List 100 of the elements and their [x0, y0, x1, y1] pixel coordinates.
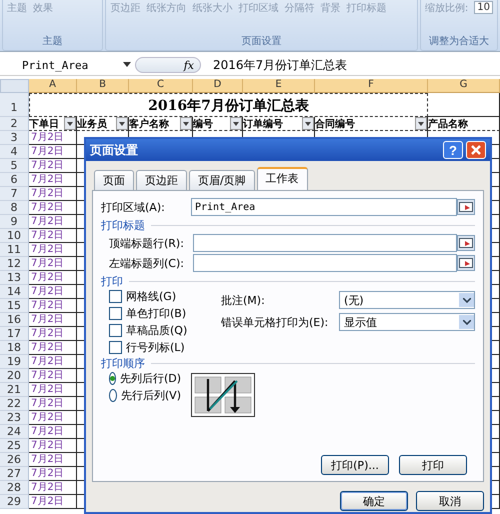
row-header[interactable]: 6 — [0, 173, 29, 187]
row-header[interactable]: 14 — [0, 285, 29, 299]
section-heading: 打印标题 — [101, 218, 145, 232]
table-cell: 7月2日 — [29, 285, 77, 299]
filter-dropdown-icon[interactable] — [64, 117, 76, 130]
row-header[interactable]: 20 — [0, 369, 29, 383]
row-header[interactable]: 7 — [0, 187, 29, 201]
row-header[interactable]: 23 — [0, 411, 29, 425]
collapse-dialog-icon[interactable] — [457, 255, 475, 271]
row-header[interactable]: 4 — [0, 145, 29, 159]
table-cell: 7月2日 — [29, 215, 77, 229]
column-header[interactable]: D — [193, 79, 243, 93]
dialog-button[interactable]: 取消 — [416, 491, 484, 511]
table-cell: 7月2日 — [29, 355, 77, 369]
row-header[interactable]: 13 — [0, 271, 29, 285]
column-header[interactable]: A — [29, 79, 77, 93]
table-cell: 7月2日 — [29, 313, 77, 327]
column-header[interactable]: C — [129, 79, 193, 93]
row-header[interactable]: 19 — [0, 355, 29, 369]
table-cell: 7月2日 — [29, 495, 77, 509]
row-header[interactable]: 2 — [0, 117, 29, 131]
collapse-dialog-icon[interactable] — [457, 199, 475, 215]
table-cell: 7月2日 — [29, 131, 77, 145]
input-field[interactable] — [193, 234, 457, 252]
row-header[interactable]: 8 — [0, 201, 29, 215]
row-header[interactable]: 26 — [0, 453, 29, 467]
checkbox[interactable] — [109, 324, 122, 337]
checkbox[interactable] — [109, 307, 122, 320]
field-label: 左端标题列(C): — [109, 256, 185, 270]
table-cell: 7月2日 — [29, 425, 77, 439]
checkbox-label: 单色打印(B) — [126, 306, 186, 321]
field-label: 顶端标题行(R): — [109, 236, 185, 250]
table-cell: 7月2日 — [29, 341, 77, 355]
row-header[interactable]: 16 — [0, 313, 29, 327]
ribbon-group-label: 主题 — [42, 34, 63, 48]
column-title: 编号 — [193, 118, 213, 130]
table-cell: 7月2日 — [29, 467, 77, 481]
row-header[interactable]: 28 — [0, 481, 29, 495]
row-header[interactable]: 18 — [0, 341, 29, 355]
ribbon-group-label: 调整为合适大 — [428, 34, 489, 48]
dropdown[interactable]: (无) — [339, 291, 475, 309]
dialog-button[interactable]: 确定 — [340, 491, 408, 511]
filter-dropdown-icon[interactable] — [180, 117, 192, 130]
function-button[interactable]: fx — [135, 57, 201, 73]
name-box[interactable]: Print_Area — [0, 58, 135, 72]
row-header[interactable]: 24 — [0, 425, 29, 439]
radio-button[interactable] — [109, 372, 116, 385]
column-title: 客户名称 — [129, 117, 169, 130]
row-header[interactable]: 15 — [0, 299, 29, 313]
column-header[interactable]: F — [315, 79, 428, 93]
checkbox[interactable] — [109, 341, 122, 354]
filter-dropdown-icon[interactable] — [116, 117, 128, 130]
table-cell: 7月2日 — [29, 271, 77, 285]
row-header[interactable]: 17 — [0, 327, 29, 341]
column-header[interactable]: B — [77, 79, 129, 93]
row-header[interactable]: 3 — [0, 131, 29, 145]
field-label: 打印区域(A): — [101, 200, 166, 214]
column-header[interactable]: G — [428, 79, 500, 93]
print-area-field[interactable]: Print_Area — [191, 198, 457, 216]
table-cell: 7月2日 — [29, 173, 77, 187]
row-header[interactable]: 21 — [0, 383, 29, 397]
print-order-drawing — [191, 373, 255, 417]
column-header[interactable]: E — [243, 79, 315, 93]
table-cell: 7月2日 — [29, 327, 77, 341]
table-cell: 7月2日 — [29, 383, 77, 397]
print-button[interactable]: 打印(P)... — [321, 455, 389, 475]
close-icon[interactable] — [466, 141, 486, 159]
column-title: 下单日 — [29, 118, 59, 130]
row-header[interactable]: 10 — [0, 229, 29, 243]
row-header[interactable]: 29 — [0, 495, 29, 509]
table-cell: 7月2日 — [29, 397, 77, 411]
checkbox[interactable] — [109, 290, 122, 303]
dropdown-label: 批注(M): — [221, 292, 266, 308]
filter-dropdown-icon[interactable] — [415, 117, 427, 130]
table-cell: 7月2日 — [29, 145, 77, 159]
collapse-dialog-icon[interactable] — [457, 235, 475, 251]
help-button[interactable]: ? — [443, 141, 463, 159]
filter-dropdown-icon[interactable] — [230, 117, 242, 130]
dialog-title: 页面设置 — [90, 142, 139, 158]
row-header[interactable]: 25 — [0, 439, 29, 453]
filter-dropdown-icon[interactable] — [302, 117, 314, 130]
row-header[interactable]: 22 — [0, 397, 29, 411]
section-heading: 打印 — [101, 274, 123, 288]
tab[interactable]: 工作表 — [256, 167, 308, 190]
radio-button[interactable] — [109, 389, 117, 402]
tab[interactable]: 页边距 — [136, 170, 187, 190]
print-button[interactable]: 打印 — [399, 455, 467, 475]
row-header[interactable]: 27 — [0, 467, 29, 481]
row-header[interactable]: 1 — [0, 93, 29, 117]
row-header[interactable]: 12 — [0, 257, 29, 271]
row-header[interactable]: 9 — [0, 215, 29, 229]
dropdown[interactable]: 显示值 — [339, 313, 475, 331]
tab[interactable]: 页面 — [94, 170, 134, 190]
scale-field[interactable]: 10 — [474, 1, 493, 14]
column-title: 订单编号 — [243, 118, 283, 130]
row-header[interactable]: 5 — [0, 159, 29, 173]
tab[interactable]: 页眉/页脚 — [189, 170, 255, 190]
input-field[interactable] — [193, 254, 457, 272]
formula-input[interactable]: 2016年7月份订单汇总表 — [201, 56, 348, 74]
row-header[interactable]: 11 — [0, 243, 29, 257]
